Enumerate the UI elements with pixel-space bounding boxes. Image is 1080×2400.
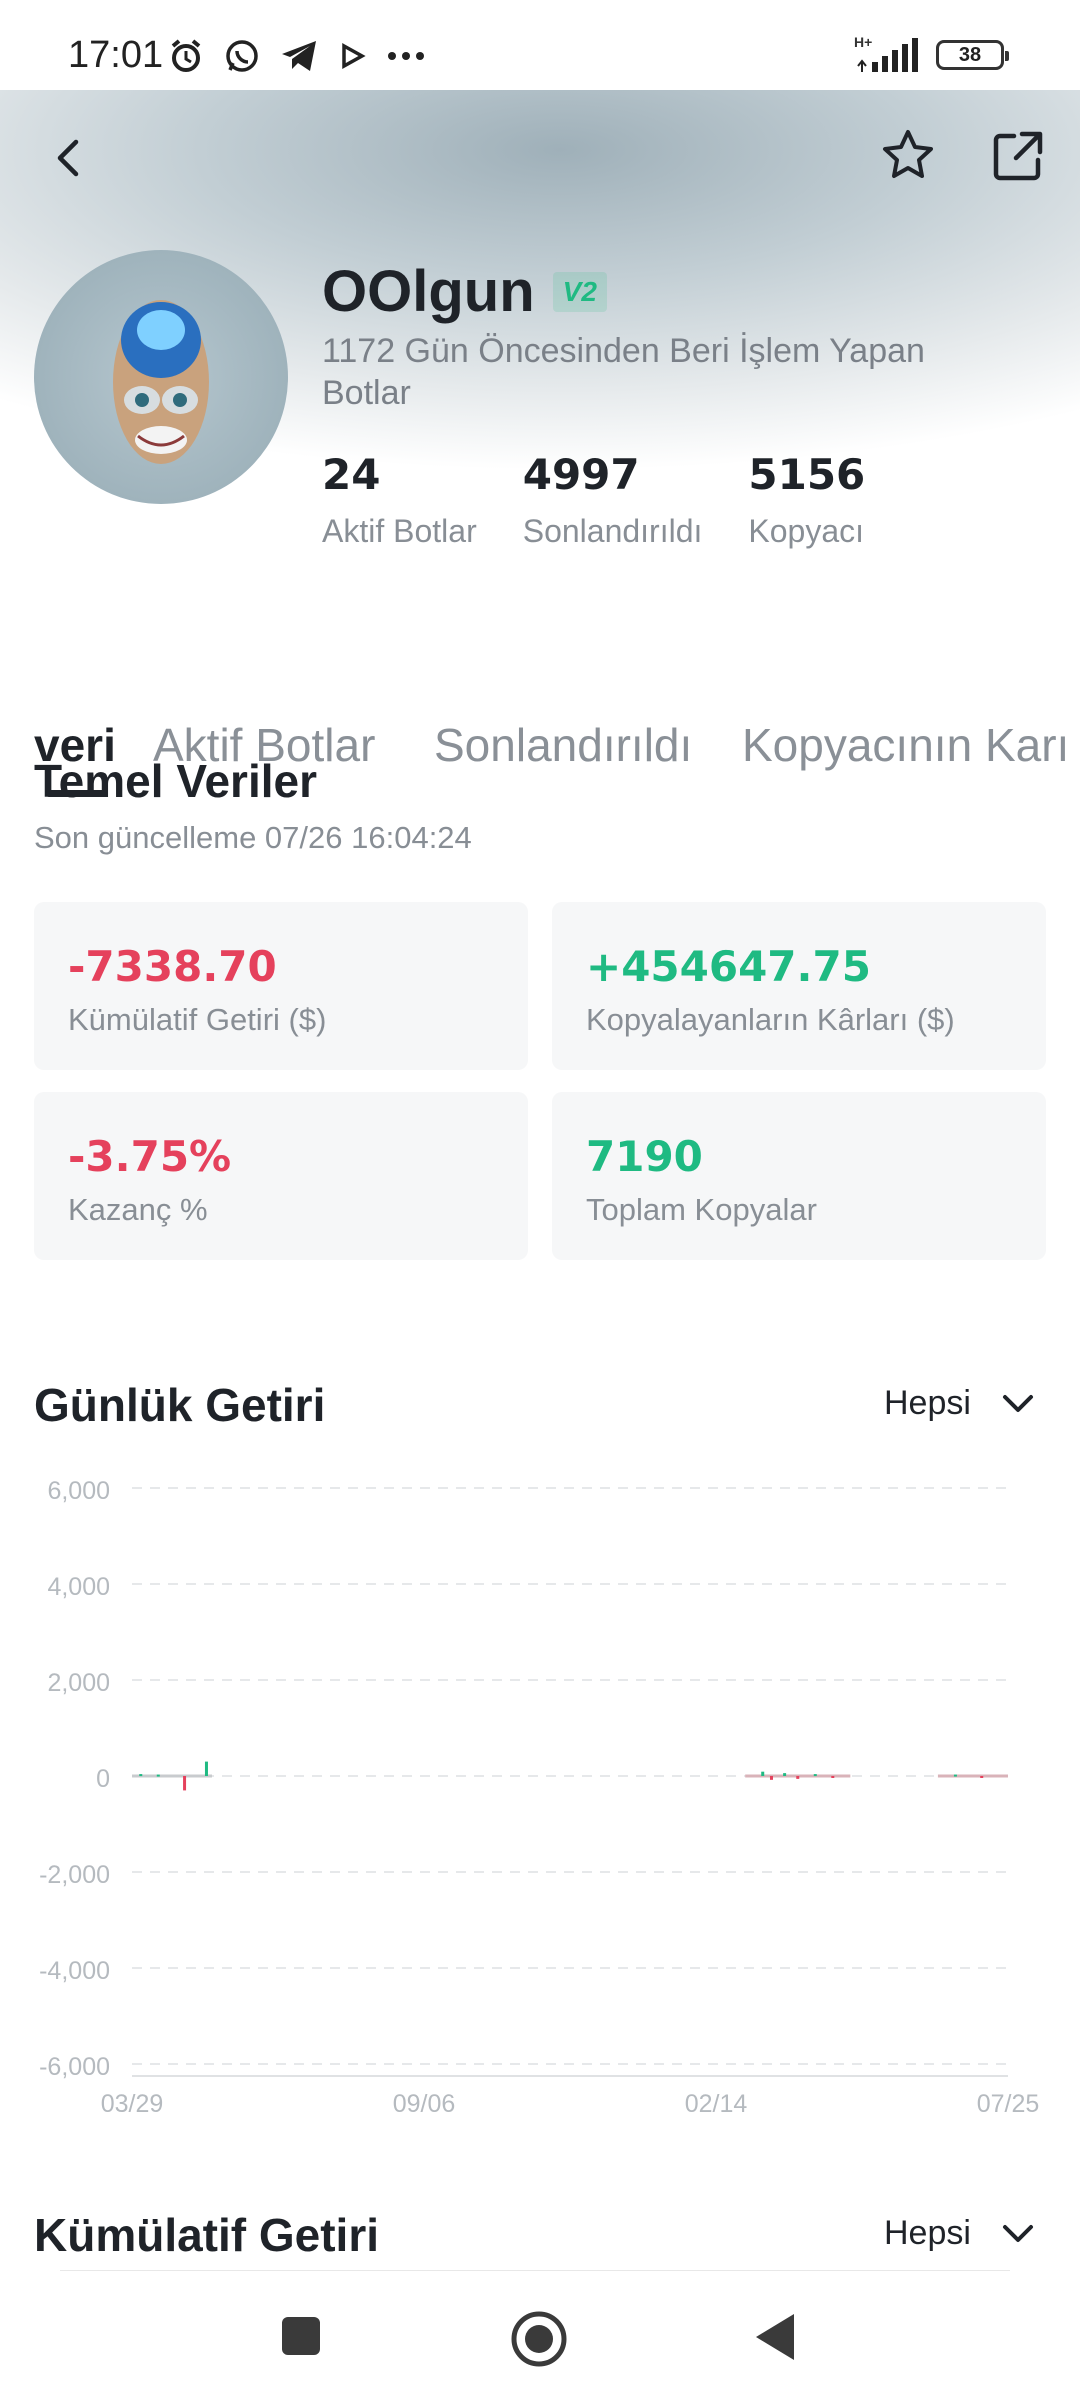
cumulative-return-title: Kümülatif Getiri — [34, 2209, 380, 2261]
bar — [831, 1776, 835, 1778]
card-cumulative-return: -7338.70 Kümülatif Getiri ($) — [34, 902, 528, 1070]
card-value: -7338.70 — [68, 942, 277, 991]
bar — [183, 1776, 187, 1791]
star-icon[interactable] — [878, 126, 938, 186]
card-value: 7190 — [586, 1132, 703, 1181]
last-updated: Son güncelleme 07/26 16:04:24 — [34, 820, 472, 855]
profile-subtitle: 1172 Gün Öncesinden Beri İşlem Yapan Bot… — [322, 332, 925, 412]
tab-data[interactable]: veri — [34, 718, 116, 772]
profile-header: OOlgun V2 1172 Gün Öncesinden Beri İşlem… — [0, 90, 1080, 797]
share-icon[interactable] — [988, 126, 1048, 186]
card-label: Kopyalayanların Kârları ($) — [586, 1002, 955, 1037]
profile-stats: 24 Aktif Botlar 4997 Sonlandırıldı 5156 … — [322, 450, 911, 550]
battery-level: 38 — [958, 43, 982, 66]
card-total-copies: 7190 Toplam Kopyalar — [552, 1092, 1046, 1260]
daily-return-filter[interactable]: Hepsi — [884, 1384, 1035, 1423]
signal-icon: H+ — [854, 34, 922, 72]
y-tick-label: -6,000 — [39, 2053, 110, 2081]
cumulative-return-filter[interactable]: Hepsi — [884, 2214, 1035, 2253]
avatar — [34, 250, 288, 504]
x-tick-label: 02/14 — [685, 2090, 748, 2118]
tab-terminated[interactable]: Sonlandırıldı — [434, 718, 692, 772]
card-label: Kazanç % — [68, 1192, 208, 1227]
card-value: +454647.75 — [586, 942, 871, 991]
bar — [769, 1776, 773, 1780]
v2-badge: V2 — [552, 271, 607, 312]
stat-active-bots[interactable]: 24 Aktif Botlar — [322, 450, 477, 550]
status-app-icons — [168, 38, 426, 74]
whatsapp-icon — [226, 40, 258, 72]
x-tick-label: 07/25 — [977, 2090, 1040, 2118]
chevron-down-icon — [1002, 1394, 1033, 1412]
x-tick-label: 03/29 — [101, 2090, 164, 2118]
back-triangle-icon[interactable] — [754, 2312, 796, 2362]
play-icon — [342, 43, 366, 69]
recent-apps-icon[interactable] — [280, 2315, 322, 2357]
card-label: Toplam Kopyalar — [586, 1192, 817, 1227]
tab-bar: veri Aktif Botlar Sonlandırıldı Kopyacın… — [0, 690, 1080, 800]
bar — [813, 1774, 817, 1777]
filter-label: Hepsi — [884, 1384, 971, 1422]
back-arrow-icon[interactable] — [40, 130, 96, 186]
bar — [980, 1776, 984, 1778]
tab-copier-profit[interactable]: Kopyacının Karı — [742, 718, 1069, 772]
home-icon[interactable] — [510, 2310, 568, 2368]
status-time: 17:01 — [68, 34, 164, 76]
y-tick-label: 2,000 — [47, 1669, 110, 1697]
tab-active-indicator — [46, 790, 106, 797]
bar — [139, 1774, 143, 1777]
daily-return-title: Günlük Getiri — [34, 1379, 326, 1431]
card-value: -3.75% — [68, 1132, 232, 1181]
y-tick-label: 0 — [96, 1765, 110, 1793]
profile-name: OOlgun V2 — [322, 258, 607, 325]
alarm-icon — [171, 39, 201, 72]
card-copier-profits: +454647.75 Kopyalayanların Kârları ($) — [552, 902, 1046, 1070]
status-system-icons: H+ 38 — [854, 34, 1009, 72]
stat-terminated[interactable]: 4997 Sonlandırıldı — [523, 450, 703, 550]
navigation-bar — [0, 2270, 1080, 2400]
divider — [60, 2270, 1010, 2271]
stat-label: Aktif Botlar — [322, 513, 477, 549]
card-label: Kümülatif Getiri ($) — [68, 1002, 327, 1037]
y-tick-label: -4,000 — [39, 1957, 110, 1985]
bar — [204, 1761, 208, 1776]
stat-label: Kopyacı — [748, 513, 865, 549]
daily-return-chart: 6,000 4,000 2,000 0 -2,000 -4,000 -6,000 03/29 0… — [39, 1477, 1040, 2118]
x-tick-label: 09/06 — [393, 2090, 456, 2118]
battery-icon: 38 — [936, 40, 1009, 70]
chevron-down-icon — [1002, 2224, 1033, 2242]
card-gain-percent: -3.75% Kazanç % — [34, 1092, 528, 1260]
bar — [761, 1771, 765, 1776]
status-bar: 17:01 H+ 38 — [0, 0, 1080, 90]
stat-value: 4997 — [522, 450, 640, 499]
bar — [953, 1774, 957, 1777]
filter-label: Hepsi — [884, 2214, 971, 2252]
bar — [783, 1773, 787, 1776]
stat-value: 5156 — [748, 450, 866, 499]
telegram-icon — [282, 41, 316, 71]
y-tick-label: 4,000 — [47, 1573, 110, 1601]
stat-copiers[interactable]: 5156 Kopyacı — [748, 450, 865, 550]
tab-active-bots[interactable]: Aktif Botlar — [153, 718, 375, 772]
more-dots-icon — [388, 52, 424, 60]
bar — [796, 1776, 800, 1779]
y-tick-label: -2,000 — [39, 1861, 110, 1889]
bar — [156, 1774, 160, 1777]
y-tick-label: 6,000 — [47, 1477, 110, 1505]
profile-name-text: OOlgun — [322, 259, 535, 324]
stat-label: Sonlandırıldı — [522, 513, 703, 549]
stat-value: 24 — [322, 450, 381, 499]
